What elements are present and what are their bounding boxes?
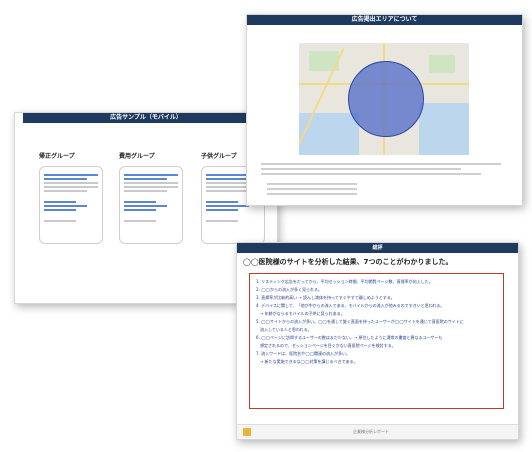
finding-line: 4. デバイスに関して、「他が中からの流入である、モバイルからの流入が他みるので… bbox=[256, 303, 445, 308]
logo-icon bbox=[243, 428, 251, 436]
group-title: 費用グループ bbox=[119, 153, 155, 160]
finding-line: 想定されるので、セッションページを目ぐかない直医院ページを検討する。 bbox=[256, 343, 396, 348]
finding-line: 1. リスティング広告をだってから、平均セッション時間、平均閲覧ページ数、直帰率… bbox=[256, 279, 433, 284]
slide-title: 広告掲出エリアについて bbox=[247, 15, 522, 25]
slide-footer: 企業様分析レポート bbox=[237, 424, 518, 439]
finding-line: → 新たな実施できるな◯◯対策を講じるべきである。 bbox=[256, 359, 358, 364]
slide-title: 広告サンプル（モバイル） bbox=[23, 113, 269, 123]
slide-title: 総評 bbox=[237, 243, 518, 253]
finding-line: 6. ◯◯ページに訪問するユーザーの数はまだ少ない。→ 原住したように通常の書査… bbox=[256, 335, 443, 340]
finding-line: 7. 流入ワードは、医院名や◯◯関連の流入が多い。 bbox=[256, 351, 351, 356]
ad-group-2: 費用グループ bbox=[119, 151, 183, 244]
phone-mockup bbox=[39, 166, 103, 244]
finding-line: 3. 直帰率が比較的高い → 読んし満体を持ってすぐやすて離しめようとする。 bbox=[256, 295, 395, 300]
summary-headline: ◯◯医院様のサイトを分析した結果、7つのことがわかりました。 bbox=[243, 258, 453, 266]
coverage-circle bbox=[348, 61, 424, 137]
phone-mockup bbox=[119, 166, 183, 244]
slide-ad-area: 広告掲出エリアについて bbox=[246, 14, 523, 206]
ad-group-1: 帰正グループ bbox=[39, 151, 103, 244]
group-title: 帰正グループ bbox=[39, 153, 75, 160]
finding-line: 流入している人と思われる。 bbox=[256, 327, 312, 332]
footer-caption: 企業様分析レポート bbox=[353, 429, 389, 434]
finding-line: 5. ◯◯サイトからの流入が多い。◯◯を通して誰く直面を持ったユーザーが◯◯サイ… bbox=[256, 319, 464, 324]
finding-line: 2. ◯◯からの流入が多く見られる。 bbox=[256, 287, 323, 292]
findings-box: 1. リスティング広告をだってから、平均セッション時間、平均閲覧ページ数、直帰率… bbox=[249, 273, 504, 409]
slide-summary: 総評 ◯◯医院様のサイトを分析した結果、7つのことがわかりました。 1. リステ… bbox=[236, 242, 519, 440]
area-map bbox=[299, 43, 469, 155]
finding-line: → 年齢がならるモバイルの子供に見られある。 bbox=[256, 311, 345, 316]
